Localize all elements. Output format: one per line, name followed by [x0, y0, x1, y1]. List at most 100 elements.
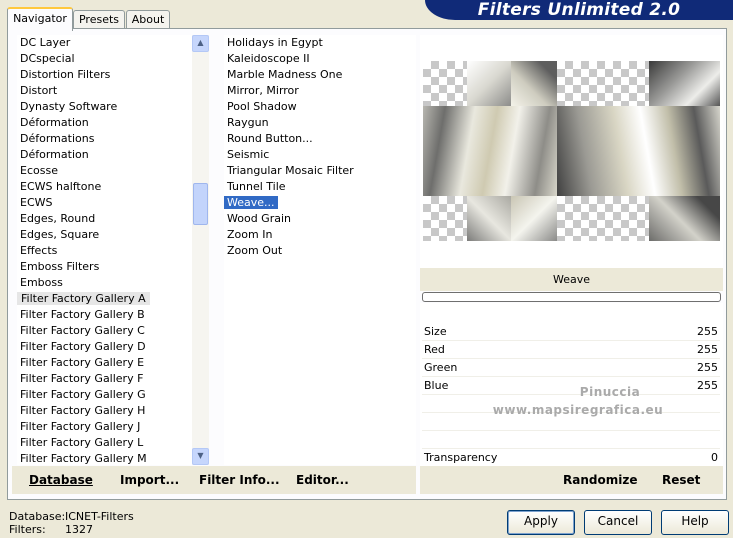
- list-item[interactable]: DC Layer: [17, 35, 192, 51]
- list-item-label: Wood Grain: [227, 212, 291, 225]
- cancel-button[interactable]: Cancel: [584, 510, 652, 535]
- param-red-slider[interactable]: Red 255: [422, 341, 720, 359]
- list-item[interactable]: Zoom In: [224, 227, 416, 243]
- list-item[interactable]: Filter Factory Gallery D: [17, 339, 192, 355]
- list-item[interactable]: Round Button...: [224, 131, 416, 147]
- list-item-label: Filter Factory Gallery F: [20, 372, 144, 385]
- list-item[interactable]: Edges, Round: [17, 211, 192, 227]
- editor-button[interactable]: Editor...: [296, 470, 349, 490]
- list-item[interactable]: Seismic: [224, 147, 416, 163]
- filter-name-label: Weave: [420, 268, 723, 291]
- list-item[interactable]: Emboss Filters: [17, 259, 192, 275]
- list-item-label: Marble Madness One: [227, 68, 343, 81]
- list-item[interactable]: Filter Factory Gallery F: [17, 371, 192, 387]
- param-label: Size: [424, 325, 447, 338]
- chevron-up-icon: ▲: [197, 38, 204, 47]
- param-value: 255: [697, 379, 718, 392]
- filter-info-button[interactable]: Filter Info...: [199, 470, 280, 490]
- database-button[interactable]: Database: [29, 470, 93, 490]
- list-item[interactable]: Dynasty Software: [17, 99, 192, 115]
- list-item-label: Emboss: [20, 276, 63, 289]
- list-item[interactable]: Marble Madness One: [224, 67, 416, 83]
- list-item[interactable]: Déformation: [17, 115, 192, 131]
- list-item[interactable]: Ecosse: [17, 163, 192, 179]
- list-item[interactable]: Déformations: [17, 131, 192, 147]
- list-item[interactable]: Filter Factory Gallery H: [17, 403, 192, 419]
- scroll-down-button[interactable]: ▼: [192, 448, 209, 465]
- list-item[interactable]: Zoom Out: [224, 243, 416, 259]
- list-item[interactable]: Pool Shadow: [224, 99, 416, 115]
- list-item[interactable]: Triangular Mosaic Filter: [224, 163, 416, 179]
- list-item[interactable]: Raygun: [224, 115, 416, 131]
- list-item-label: Mirror, Mirror: [227, 84, 299, 97]
- list-item[interactable]: Edges, Square: [17, 227, 192, 243]
- category-list[interactable]: DC Layer DCspecial Distortion Filters Disto…: [17, 35, 192, 465]
- list-item-label: Triangular Mosaic Filter: [227, 164, 354, 177]
- list-item-label: Filter Factory Gallery G: [20, 388, 146, 401]
- list-item[interactable]: Wood Grain: [224, 211, 416, 227]
- list-item[interactable]: Mirror, Mirror: [224, 83, 416, 99]
- list-item[interactable]: Filter Factory Gallery B: [17, 307, 192, 323]
- list-item[interactable]: Distort: [17, 83, 192, 99]
- list-item-label: DC Layer: [20, 36, 71, 49]
- list-item[interactable]: Déformation: [17, 147, 192, 163]
- list-item-label: Weave...: [224, 196, 278, 209]
- tab-presets[interactable]: Presets: [73, 10, 125, 29]
- list-item[interactable]: Filter Factory Gallery J: [17, 419, 192, 435]
- import-button[interactable]: Import...: [120, 470, 179, 490]
- filters-count-label: Filters:: [9, 523, 46, 536]
- list-item[interactable]: Filter Factory Gallery M: [17, 451, 192, 465]
- param-green-slider[interactable]: Green 255: [422, 359, 720, 377]
- list-item-label: Zoom In: [227, 228, 273, 241]
- param-empty-row: [422, 431, 720, 449]
- tab-about[interactable]: About: [126, 10, 170, 29]
- list-item-label: DCspecial: [20, 52, 75, 65]
- database-info-value: ICNET-Filters: [65, 510, 134, 523]
- list-item[interactable]: Filter Factory Gallery G: [17, 387, 192, 403]
- param-value: 0: [711, 451, 718, 464]
- list-item[interactable]: Kaleidoscope II: [224, 51, 416, 67]
- app-title: Filters Unlimited 2.0: [477, 0, 681, 20]
- param-transparency-slider[interactable]: Transparency 0: [422, 449, 720, 467]
- list-item-label: Filter Factory Gallery M: [20, 452, 147, 465]
- list-item-label: Distort: [20, 84, 58, 97]
- scroll-up-button[interactable]: ▲: [192, 35, 209, 52]
- param-value: 255: [697, 325, 718, 338]
- list-item-label: Filter Factory Gallery C: [20, 324, 145, 337]
- category-scrollbar[interactable]: ▲ ▼: [192, 35, 209, 465]
- list-item-label: Edges, Round: [20, 212, 96, 225]
- list-item-label: Raygun: [227, 116, 269, 129]
- tab-navigator[interactable]: Navigator: [7, 7, 73, 31]
- randomize-button[interactable]: Randomize: [563, 470, 637, 490]
- progress-bar: [422, 292, 721, 302]
- filters-count-value: 1327: [65, 523, 93, 536]
- list-item[interactable]: ECWS halftone: [17, 179, 192, 195]
- database-button-label: Database: [29, 473, 93, 487]
- apply-button[interactable]: Apply: [507, 510, 575, 535]
- list-item[interactable]: Distortion Filters: [17, 67, 192, 83]
- chevron-down-icon: ▼: [197, 451, 204, 460]
- param-label: Green: [424, 361, 458, 374]
- list-item[interactable]: ECWS: [17, 195, 192, 211]
- list-item[interactable]: Holidays in Egypt: [224, 35, 416, 51]
- database-info-label: Database:: [9, 510, 66, 523]
- list-item[interactable]: Weave...: [224, 195, 416, 211]
- list-item[interactable]: Effects: [17, 243, 192, 259]
- list-item-label: Edges, Square: [20, 228, 100, 241]
- filter-list[interactable]: Holidays in Egypt Kaleidoscope II Marble M…: [224, 35, 416, 465]
- param-size-slider[interactable]: Size 255: [422, 323, 720, 341]
- watermark-name: Pinuccia: [579, 385, 641, 399]
- reset-button[interactable]: Reset: [662, 470, 700, 490]
- list-item[interactable]: DCspecial: [17, 51, 192, 67]
- list-item[interactable]: Filter Factory Gallery E: [17, 355, 192, 371]
- scroll-thumb[interactable]: [193, 183, 208, 225]
- list-item[interactable]: Filter Factory Gallery C: [17, 323, 192, 339]
- list-item-label: Tunnel Tile: [227, 180, 286, 193]
- param-value: 255: [697, 361, 718, 374]
- list-item[interactable]: Tunnel Tile: [224, 179, 416, 195]
- help-button[interactable]: Help: [661, 510, 729, 535]
- list-item[interactable]: Filter Factory Gallery A: [17, 291, 192, 307]
- list-item[interactable]: Emboss: [17, 275, 192, 291]
- list-item[interactable]: Filter Factory Gallery L: [17, 435, 192, 451]
- list-item-label: Seismic: [227, 148, 270, 161]
